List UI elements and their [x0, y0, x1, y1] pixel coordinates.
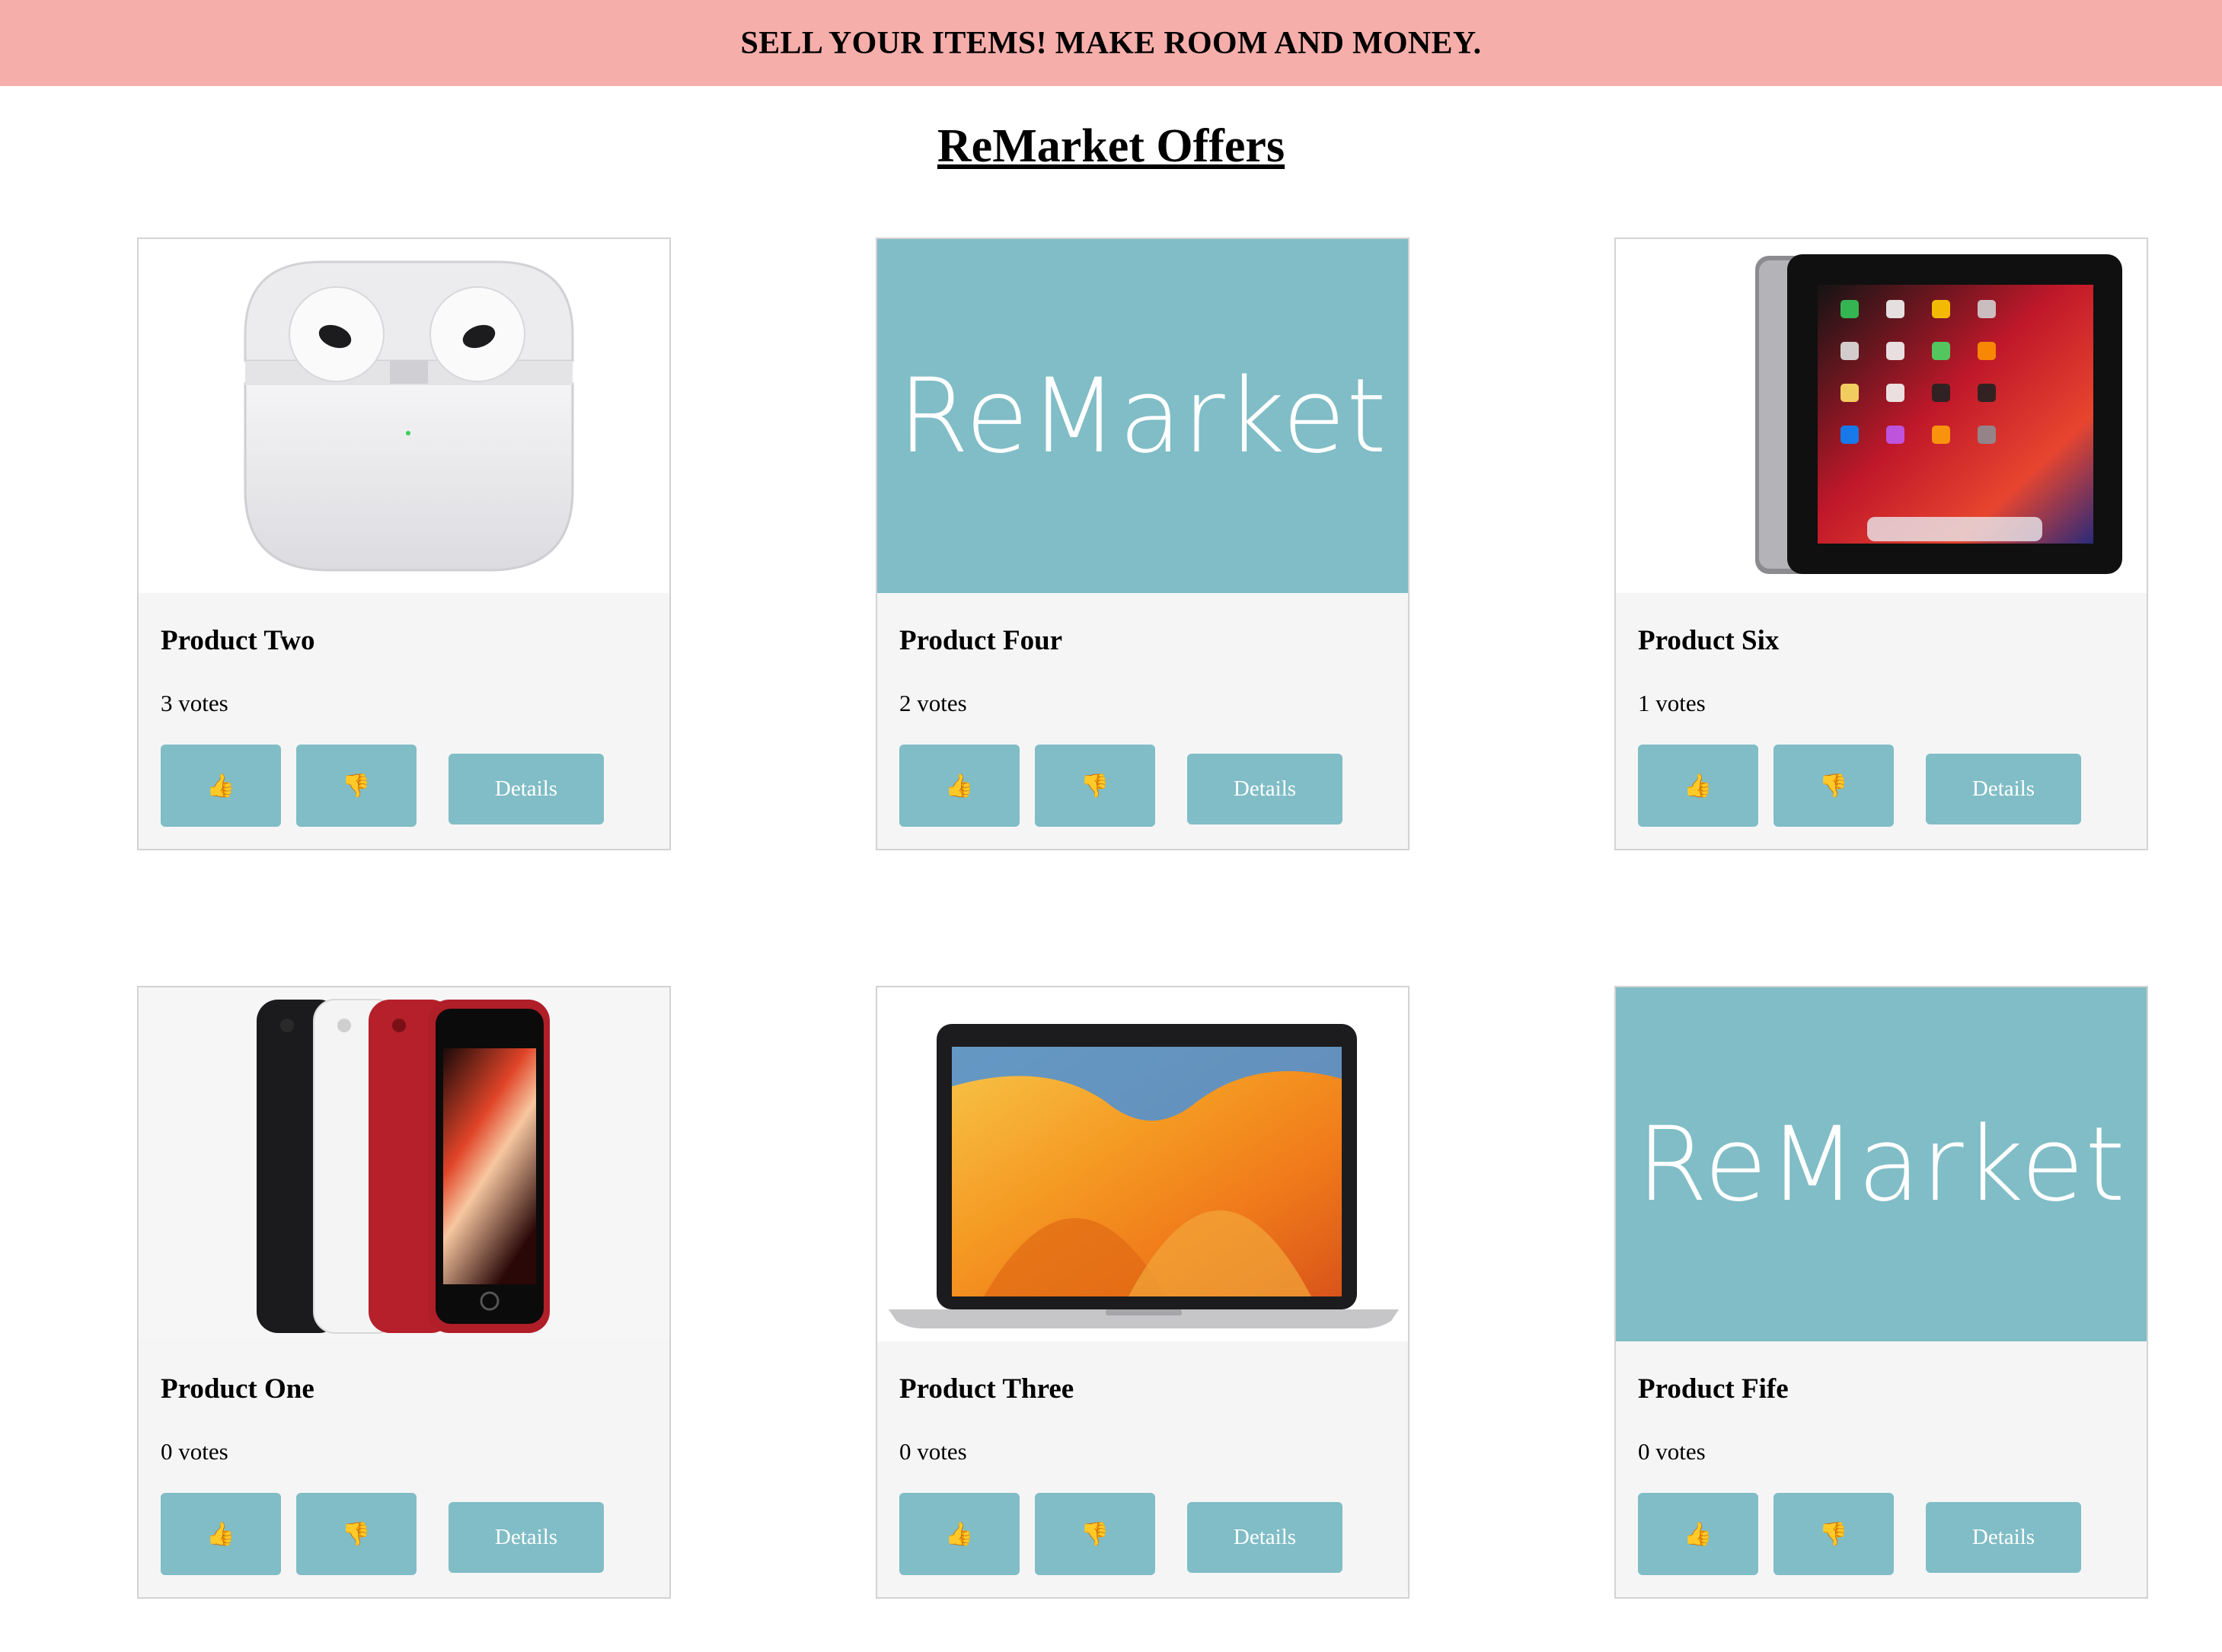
thumbs-down-icon: 👎 — [1081, 1521, 1109, 1547]
airpods-image — [139, 239, 669, 593]
thumbs-down-icon: 👎 — [1081, 773, 1109, 799]
remarket-logo-text: ReMarket — [898, 356, 1387, 476]
product-card: ReMarket Product Fife 0 votes 👍 👎 Detail… — [1614, 986, 2148, 1599]
top-banner: SELL YOUR ITEMS! MAKE ROOM AND MONEY. — [0, 0, 2222, 86]
thumbs-down-icon: 👎 — [1819, 1521, 1848, 1547]
details-button[interactable]: Details — [1187, 1502, 1342, 1573]
details-button[interactable]: Details — [1926, 1502, 2081, 1573]
thumbs-down-icon: 👎 — [342, 1521, 371, 1547]
thumbs-down-icon: 👎 — [1819, 773, 1848, 799]
details-button[interactable]: Details — [1187, 754, 1342, 824]
product-card: Product Six 1 votes 👍 👎 Details — [1614, 238, 2148, 850]
product-name: Product Two — [161, 625, 315, 656]
vote-count: 3 votes — [161, 690, 228, 716]
macbook-image — [877, 987, 1408, 1341]
downvote-button[interactable]: 👎 — [1035, 745, 1155, 827]
vote-count: 0 votes — [161, 1438, 228, 1465]
product-name: Product Six — [1638, 625, 1780, 656]
details-button[interactable]: Details — [449, 1502, 604, 1573]
product-card: Product Two 3 votes 👍 👎 Details — [137, 238, 671, 850]
upvote-button[interactable]: 👍 — [899, 1493, 1020, 1575]
product-name: Product Fife — [1638, 1373, 1789, 1405]
upvote-button[interactable]: 👍 — [1638, 745, 1758, 827]
vote-count: 0 votes — [899, 1438, 967, 1465]
vote-count: 0 votes — [1638, 1438, 1706, 1465]
product-card: ReMarket Product Four 2 votes 👍 👎 Detail… — [876, 238, 1410, 850]
product-card: Product One 0 votes 👍 👎 Details — [137, 986, 671, 1599]
vote-count: 2 votes — [899, 690, 967, 716]
thumbs-up-icon: 👍 — [206, 1521, 235, 1547]
banner-text: SELL YOUR ITEMS! MAKE ROOM AND MONEY. — [740, 25, 1482, 61]
thumbs-up-icon: 👍 — [945, 773, 974, 799]
downvote-button[interactable]: 👎 — [1773, 745, 1894, 827]
details-button[interactable]: Details — [449, 754, 604, 824]
upvote-button[interactable]: 👍 — [161, 1493, 281, 1575]
thumbs-up-icon: 👍 — [1684, 1521, 1713, 1547]
thumbs-up-icon: 👍 — [1684, 773, 1713, 799]
upvote-button[interactable]: 👍 — [899, 745, 1020, 827]
upvote-button[interactable]: 👍 — [161, 745, 281, 827]
details-button[interactable]: Details — [1926, 754, 2081, 824]
remarket-logo-image: ReMarket — [1616, 987, 2147, 1341]
thumbs-down-icon: 👎 — [342, 773, 371, 799]
iphones-image — [139, 987, 669, 1341]
thumbs-up-icon: 👍 — [945, 1521, 974, 1547]
product-name: Product Four — [899, 625, 1063, 656]
remarket-logo-text: ReMarket — [1636, 1105, 2126, 1224]
vote-count: 1 votes — [1638, 690, 1706, 716]
page-title: ReMarket Offers — [937, 120, 1285, 172]
ipad-image — [1616, 239, 2147, 593]
product-card: Product Three 0 votes 👍 👎 Details — [876, 986, 1410, 1599]
upvote-button[interactable]: 👍 — [1638, 1493, 1758, 1575]
downvote-button[interactable]: 👎 — [296, 745, 417, 827]
product-name: Product Three — [899, 1373, 1074, 1405]
downvote-button[interactable]: 👎 — [1035, 1493, 1155, 1575]
remarket-logo-image: ReMarket — [877, 239, 1408, 593]
downvote-button[interactable]: 👎 — [296, 1493, 417, 1575]
product-name: Product One — [161, 1373, 314, 1405]
thumbs-up-icon: 👍 — [206, 773, 235, 799]
downvote-button[interactable]: 👎 — [1773, 1493, 1894, 1575]
